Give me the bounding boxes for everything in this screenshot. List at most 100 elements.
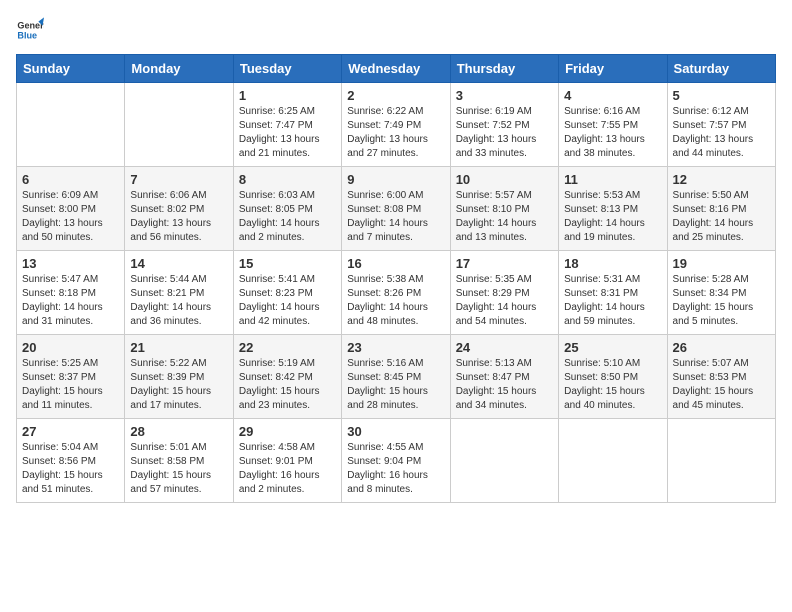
day-header-tuesday: Tuesday	[233, 55, 341, 83]
day-header-sunday: Sunday	[17, 55, 125, 83]
day-info: Sunrise: 5:16 AM Sunset: 8:45 PM Dayligh…	[347, 357, 444, 413]
calendar-cell: 10 Sunrise: 5:57 AM Sunset: 8:10 PM Dayli…	[450, 167, 558, 251]
calendar-cell: 12Sunrise: 5:50 AM Sunset: 8:16 PM Dayli…	[667, 167, 775, 251]
day-number: 10	[456, 172, 553, 187]
day-number: 15	[239, 256, 336, 271]
calendar-cell: 26 Sunrise: 5:07 AM Sunset: 8:53 PM Dayli…	[667, 335, 775, 419]
calendar-cell: 16 Sunrise: 5:38 AM Sunset: 8:26 PM Dayli…	[342, 251, 450, 335]
day-info: Sunrise: 5:19 AM Sunset: 8:42 PM Dayligh…	[239, 357, 336, 413]
day-info: Sunrise: 6:12 AM Sunset: 7:57 PM Dayligh…	[673, 105, 770, 161]
day-header-wednesday: Wednesday	[342, 55, 450, 83]
calendar-cell: 4 Sunrise: 6:16 AM Sunset: 7:55 PM Daylig…	[559, 83, 667, 167]
calendar-cell	[17, 83, 125, 167]
day-number: 23	[347, 340, 444, 355]
calendar-cell: 6 Sunrise: 6:09 AM Sunset: 8:00 PM Daylig…	[17, 167, 125, 251]
day-info: Sunrise: 5:07 AM Sunset: 8:53 PM Dayligh…	[673, 357, 770, 413]
calendar-cell: 2Sunrise: 6:22 AM Sunset: 7:49 PM Daylig…	[342, 83, 450, 167]
day-number: 21	[130, 340, 227, 355]
day-number: 16	[347, 256, 444, 271]
calendar-table: SundayMondayTuesdayWednesdayThursdayFrid…	[16, 54, 776, 503]
day-info: Sunrise: 5:25 AM Sunset: 8:37 PM Dayligh…	[22, 357, 119, 413]
calendar-cell: 14 Sunrise: 5:44 AM Sunset: 8:21 PM Dayli…	[125, 251, 233, 335]
day-info: Sunrise: 5:44 AM Sunset: 8:21 PM Dayligh…	[130, 273, 227, 329]
day-info: Sunrise: 6:09 AM Sunset: 8:00 PM Dayligh…	[22, 189, 119, 245]
day-info: Sunrise: 5:28 AM Sunset: 8:34 PM Dayligh…	[673, 273, 770, 329]
calendar-cell: 17 Sunrise: 5:35 AM Sunset: 8:29 PM Dayli…	[450, 251, 558, 335]
logo: General Blue	[16, 16, 44, 44]
day-number: 25	[564, 340, 661, 355]
calendar-cell	[450, 419, 558, 503]
calendar-cell: 28 Sunrise: 5:01 AM Sunset: 8:58 PM Dayli…	[125, 419, 233, 503]
calendar-cell: 13 Sunrise: 5:47 AM Sunset: 8:18 PM Dayli…	[17, 251, 125, 335]
calendar-week-row: 1Sunrise: 6:25 AM Sunset: 7:47 PM Daylig…	[17, 83, 776, 167]
calendar-cell: 25 Sunrise: 5:10 AM Sunset: 8:50 PM Dayli…	[559, 335, 667, 419]
calendar-cell: 19 Sunrise: 5:28 AM Sunset: 8:34 PM Dayli…	[667, 251, 775, 335]
day-header-friday: Friday	[559, 55, 667, 83]
calendar-cell: 7 Sunrise: 6:06 AM Sunset: 8:02 PM Daylig…	[125, 167, 233, 251]
logo-icon: General Blue	[16, 16, 44, 44]
calendar-cell: 23 Sunrise: 5:16 AM Sunset: 8:45 PM Dayli…	[342, 335, 450, 419]
calendar-cell: 11Sunrise: 5:53 AM Sunset: 8:13 PM Dayli…	[559, 167, 667, 251]
calendar-cell: 30Sunrise: 4:55 AM Sunset: 9:04 PM Dayli…	[342, 419, 450, 503]
page-header: General Blue	[16, 16, 776, 44]
day-info: Sunrise: 5:53 AM Sunset: 8:13 PM Dayligh…	[564, 189, 661, 245]
day-number: 14	[130, 256, 227, 271]
day-number: 28	[130, 424, 227, 439]
day-number: 18	[564, 256, 661, 271]
day-number: 24	[456, 340, 553, 355]
calendar-cell: 3 Sunrise: 6:19 AM Sunset: 7:52 PM Daylig…	[450, 83, 558, 167]
day-info: Sunrise: 5:47 AM Sunset: 8:18 PM Dayligh…	[22, 273, 119, 329]
day-info: Sunrise: 5:57 AM Sunset: 8:10 PM Dayligh…	[456, 189, 553, 245]
calendar-week-row: 6 Sunrise: 6:09 AM Sunset: 8:00 PM Daylig…	[17, 167, 776, 251]
day-info: Sunrise: 5:31 AM Sunset: 8:31 PM Dayligh…	[564, 273, 661, 329]
day-number: 7	[130, 172, 227, 187]
day-number: 27	[22, 424, 119, 439]
day-info: Sunrise: 5:41 AM Sunset: 8:23 PM Dayligh…	[239, 273, 336, 329]
calendar-cell: 20Sunrise: 5:25 AM Sunset: 8:37 PM Dayli…	[17, 335, 125, 419]
day-info: Sunrise: 6:19 AM Sunset: 7:52 PM Dayligh…	[456, 105, 553, 161]
day-number: 6	[22, 172, 119, 187]
day-number: 13	[22, 256, 119, 271]
day-info: Sunrise: 4:55 AM Sunset: 9:04 PM Dayligh…	[347, 441, 444, 497]
day-info: Sunrise: 5:04 AM Sunset: 8:56 PM Dayligh…	[22, 441, 119, 497]
calendar-header-row: SundayMondayTuesdayWednesdayThursdayFrid…	[17, 55, 776, 83]
day-number: 26	[673, 340, 770, 355]
calendar-week-row: 20Sunrise: 5:25 AM Sunset: 8:37 PM Dayli…	[17, 335, 776, 419]
calendar-cell: 1Sunrise: 6:25 AM Sunset: 7:47 PM Daylig…	[233, 83, 341, 167]
day-number: 4	[564, 88, 661, 103]
day-info: Sunrise: 5:38 AM Sunset: 8:26 PM Dayligh…	[347, 273, 444, 329]
day-info: Sunrise: 5:50 AM Sunset: 8:16 PM Dayligh…	[673, 189, 770, 245]
calendar-cell: 5 Sunrise: 6:12 AM Sunset: 7:57 PM Daylig…	[667, 83, 775, 167]
calendar-cell: 27 Sunrise: 5:04 AM Sunset: 8:56 PM Dayli…	[17, 419, 125, 503]
day-info: Sunrise: 6:00 AM Sunset: 8:08 PM Dayligh…	[347, 189, 444, 245]
day-info: Sunrise: 6:06 AM Sunset: 8:02 PM Dayligh…	[130, 189, 227, 245]
day-number: 8	[239, 172, 336, 187]
day-info: Sunrise: 5:35 AM Sunset: 8:29 PM Dayligh…	[456, 273, 553, 329]
calendar-cell: 24Sunrise: 5:13 AM Sunset: 8:47 PM Dayli…	[450, 335, 558, 419]
calendar-cell: 9 Sunrise: 6:00 AM Sunset: 8:08 PM Daylig…	[342, 167, 450, 251]
calendar-cell	[667, 419, 775, 503]
calendar-cell: 22 Sunrise: 5:19 AM Sunset: 8:42 PM Dayli…	[233, 335, 341, 419]
day-info: Sunrise: 6:16 AM Sunset: 7:55 PM Dayligh…	[564, 105, 661, 161]
day-number: 1	[239, 88, 336, 103]
day-info: Sunrise: 5:01 AM Sunset: 8:58 PM Dayligh…	[130, 441, 227, 497]
day-number: 19	[673, 256, 770, 271]
day-info: Sunrise: 4:58 AM Sunset: 9:01 PM Dayligh…	[239, 441, 336, 497]
day-info: Sunrise: 5:10 AM Sunset: 8:50 PM Dayligh…	[564, 357, 661, 413]
day-number: 5	[673, 88, 770, 103]
day-number: 17	[456, 256, 553, 271]
calendar-cell	[125, 83, 233, 167]
day-number: 3	[456, 88, 553, 103]
day-number: 9	[347, 172, 444, 187]
calendar-week-row: 13 Sunrise: 5:47 AM Sunset: 8:18 PM Dayli…	[17, 251, 776, 335]
day-number: 29	[239, 424, 336, 439]
svg-text:Blue: Blue	[17, 30, 37, 40]
day-info: Sunrise: 5:22 AM Sunset: 8:39 PM Dayligh…	[130, 357, 227, 413]
day-header-saturday: Saturday	[667, 55, 775, 83]
calendar-cell: 21 Sunrise: 5:22 AM Sunset: 8:39 PM Dayli…	[125, 335, 233, 419]
day-header-monday: Monday	[125, 55, 233, 83]
day-info: Sunrise: 6:22 AM Sunset: 7:49 PM Dayligh…	[347, 105, 444, 161]
day-number: 22	[239, 340, 336, 355]
calendar-cell: 15 Sunrise: 5:41 AM Sunset: 8:23 PM Dayli…	[233, 251, 341, 335]
calendar-cell: 18 Sunrise: 5:31 AM Sunset: 8:31 PM Dayli…	[559, 251, 667, 335]
